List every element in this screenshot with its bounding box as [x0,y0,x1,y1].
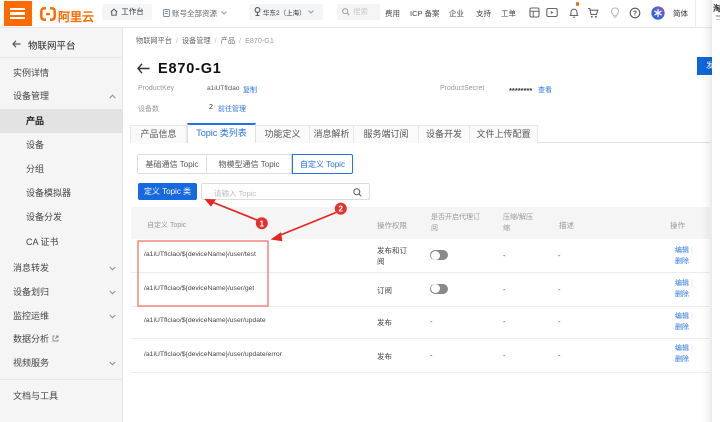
svg-text:2: 2 [338,204,343,214]
svg-text:1: 1 [259,218,264,228]
